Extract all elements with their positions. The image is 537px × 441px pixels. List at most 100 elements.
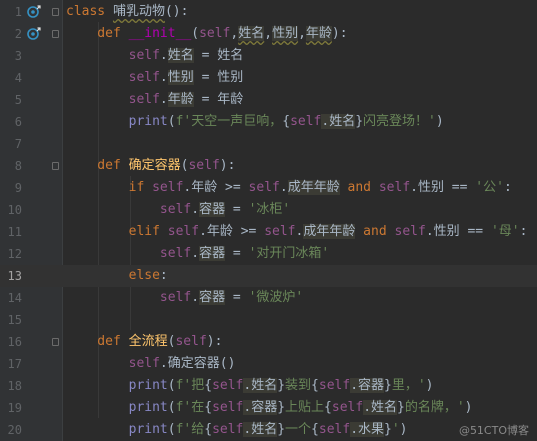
code-token: 哺乳动物 bbox=[112, 4, 165, 19]
code-line[interactable]: 9 if self.年龄 >= self.成年年龄 and self.性别 ==… bbox=[0, 177, 537, 199]
code-token: ( bbox=[167, 422, 176, 437]
code-token: .性别 == bbox=[425, 224, 491, 239]
code-token: def bbox=[66, 158, 129, 173]
code-line[interactable]: 7 bbox=[0, 133, 537, 155]
code-token: . bbox=[279, 180, 288, 195]
code-token: } bbox=[384, 378, 392, 393]
override-marker-icon[interactable] bbox=[27, 27, 41, 41]
code-line[interactable]: 19 print(f'在{self.容器}上贴上{self.姓名}的名牌，') bbox=[0, 397, 537, 419]
code-line[interactable]: 5 self.年龄 = 年龄 bbox=[0, 89, 537, 111]
code-token: and bbox=[339, 180, 379, 195]
code-token: __init__ bbox=[128, 26, 192, 41]
code-token: self bbox=[66, 290, 192, 305]
line-number: 8 bbox=[14, 159, 22, 173]
code-token: class bbox=[66, 4, 113, 19]
code-token: ): bbox=[206, 334, 223, 349]
code-token: = bbox=[225, 202, 249, 217]
code-line[interactable]: 11 elif self.年龄 >= self.成年年龄 and self.性别… bbox=[0, 221, 537, 243]
code-token: self bbox=[318, 422, 351, 437]
code-token: .年龄 >= bbox=[199, 224, 265, 239]
code-line[interactable]: 3 self.姓名 = 姓名 bbox=[0, 45, 537, 67]
code-text: self.年龄 = 年龄 bbox=[66, 89, 243, 111]
code-token: self bbox=[188, 158, 220, 173]
code-token: .姓名 bbox=[243, 422, 278, 437]
code-line[interactable]: 6 print(f'天空一声巨响，{self.姓名}闪亮登场！') bbox=[0, 111, 537, 133]
code-line[interactable]: 4 self.性别 = 性别 bbox=[0, 67, 537, 89]
code-token: { bbox=[311, 422, 319, 437]
code-token: { bbox=[282, 114, 291, 129]
line-number: 13 bbox=[7, 269, 22, 283]
code-token: 年龄 bbox=[167, 92, 194, 107]
code-line[interactable]: 2 def __init__(self,姓名,性别,年龄): bbox=[0, 23, 537, 45]
code-line[interactable]: 20 print(f'给{self.姓名}一个{self.水果}') bbox=[0, 419, 537, 441]
code-token: ): bbox=[219, 158, 236, 173]
fold-toggle-icon[interactable] bbox=[52, 338, 59, 346]
code-token: : bbox=[519, 224, 528, 239]
code-token: .姓名 bbox=[321, 114, 356, 129]
code-token: } bbox=[384, 422, 392, 437]
fold-toggle-icon[interactable] bbox=[52, 8, 59, 16]
code-token: self bbox=[331, 400, 364, 415]
code-token: } bbox=[355, 114, 364, 129]
code-token: '母' bbox=[490, 224, 520, 239]
code-text: self.确定容器() bbox=[66, 353, 236, 375]
code-token: 成年年龄 bbox=[303, 224, 356, 239]
code-text: print(f'把{self.姓名}装到{self.容器}里，') bbox=[66, 375, 434, 397]
code-token: . bbox=[159, 48, 168, 63]
code-token: .水果 bbox=[350, 422, 385, 437]
code-text: self.性别 = 性别 bbox=[66, 67, 243, 89]
code-line[interactable]: 17 self.确定容器() bbox=[0, 353, 537, 375]
code-token: self bbox=[212, 400, 244, 415]
code-text: self.容器 = '冰柜' bbox=[66, 199, 290, 221]
code-line[interactable]: 13 else: bbox=[0, 265, 537, 287]
code-token: 确定容器 bbox=[128, 158, 181, 173]
code-token: '对开门冰箱' bbox=[248, 246, 330, 261]
code-token: self bbox=[66, 48, 160, 63]
code-line[interactable]: 16 def 全流程(self): bbox=[0, 331, 537, 353]
code-text: else: bbox=[66, 265, 168, 287]
code-token: '公' bbox=[475, 180, 504, 195]
code-token: and bbox=[355, 224, 395, 239]
code-token: f'天空一声巨响， bbox=[175, 114, 283, 129]
code-token: : bbox=[159, 268, 168, 283]
code-line[interactable]: 14 self.容器 = '微波炉' bbox=[0, 287, 537, 309]
line-number: 12 bbox=[7, 247, 22, 261]
code-token: 一个 bbox=[285, 422, 312, 437]
code-text: print(f'给{self.姓名}一个{self.水果}') bbox=[66, 419, 408, 441]
code-token: self bbox=[290, 114, 322, 129]
code-token: self bbox=[248, 180, 280, 195]
code-token: self bbox=[394, 224, 426, 239]
code-editor[interactable]: 1 class 哺乳动物(): 2 def __init__(self,姓名,性别,… bbox=[0, 0, 537, 441]
code-token: 容器 bbox=[199, 290, 226, 305]
code-token: 装到 bbox=[285, 378, 312, 393]
code-line[interactable]: 12 self.容器 = '对开门冰箱' bbox=[0, 243, 537, 265]
code-line[interactable]: 18 print(f'把{self.姓名}装到{self.容器}里，') bbox=[0, 375, 537, 397]
line-number: 11 bbox=[7, 225, 22, 239]
line-number: 20 bbox=[7, 423, 22, 437]
code-token: self bbox=[66, 92, 160, 107]
code-token: print bbox=[66, 400, 168, 415]
code-token: } bbox=[397, 400, 405, 415]
code-token: .姓名 bbox=[363, 400, 398, 415]
code-line[interactable]: 8 def 确定容器(self): bbox=[0, 155, 537, 177]
code-token: = bbox=[225, 246, 249, 261]
code-text: def __init__(self,姓名,性别,年龄): bbox=[66, 23, 348, 45]
code-token: .姓名 bbox=[243, 378, 278, 393]
code-line[interactable]: 15 bbox=[0, 309, 537, 331]
code-token: print bbox=[66, 378, 168, 393]
code-token: ) bbox=[464, 400, 473, 415]
code-token: 年龄 bbox=[305, 26, 332, 41]
code-token: { bbox=[324, 400, 332, 415]
override-marker-icon[interactable] bbox=[27, 5, 41, 19]
code-token: self bbox=[199, 26, 231, 41]
code-token: 性别 bbox=[167, 70, 194, 85]
code-token: ) bbox=[399, 422, 408, 437]
fold-toggle-icon[interactable] bbox=[52, 162, 59, 170]
code-line[interactable]: 10 self.容器 = '冰柜' bbox=[0, 199, 537, 221]
code-token: { bbox=[311, 378, 319, 393]
code-text: print(f'在{self.容器}上贴上{self.姓名}的名牌，') bbox=[66, 397, 473, 419]
code-token: '冰柜' bbox=[248, 202, 291, 217]
code-line[interactable]: 1 class 哺乳动物(): bbox=[0, 1, 537, 23]
code-token: 成年年龄 bbox=[287, 180, 340, 195]
fold-toggle-icon[interactable] bbox=[52, 30, 59, 38]
